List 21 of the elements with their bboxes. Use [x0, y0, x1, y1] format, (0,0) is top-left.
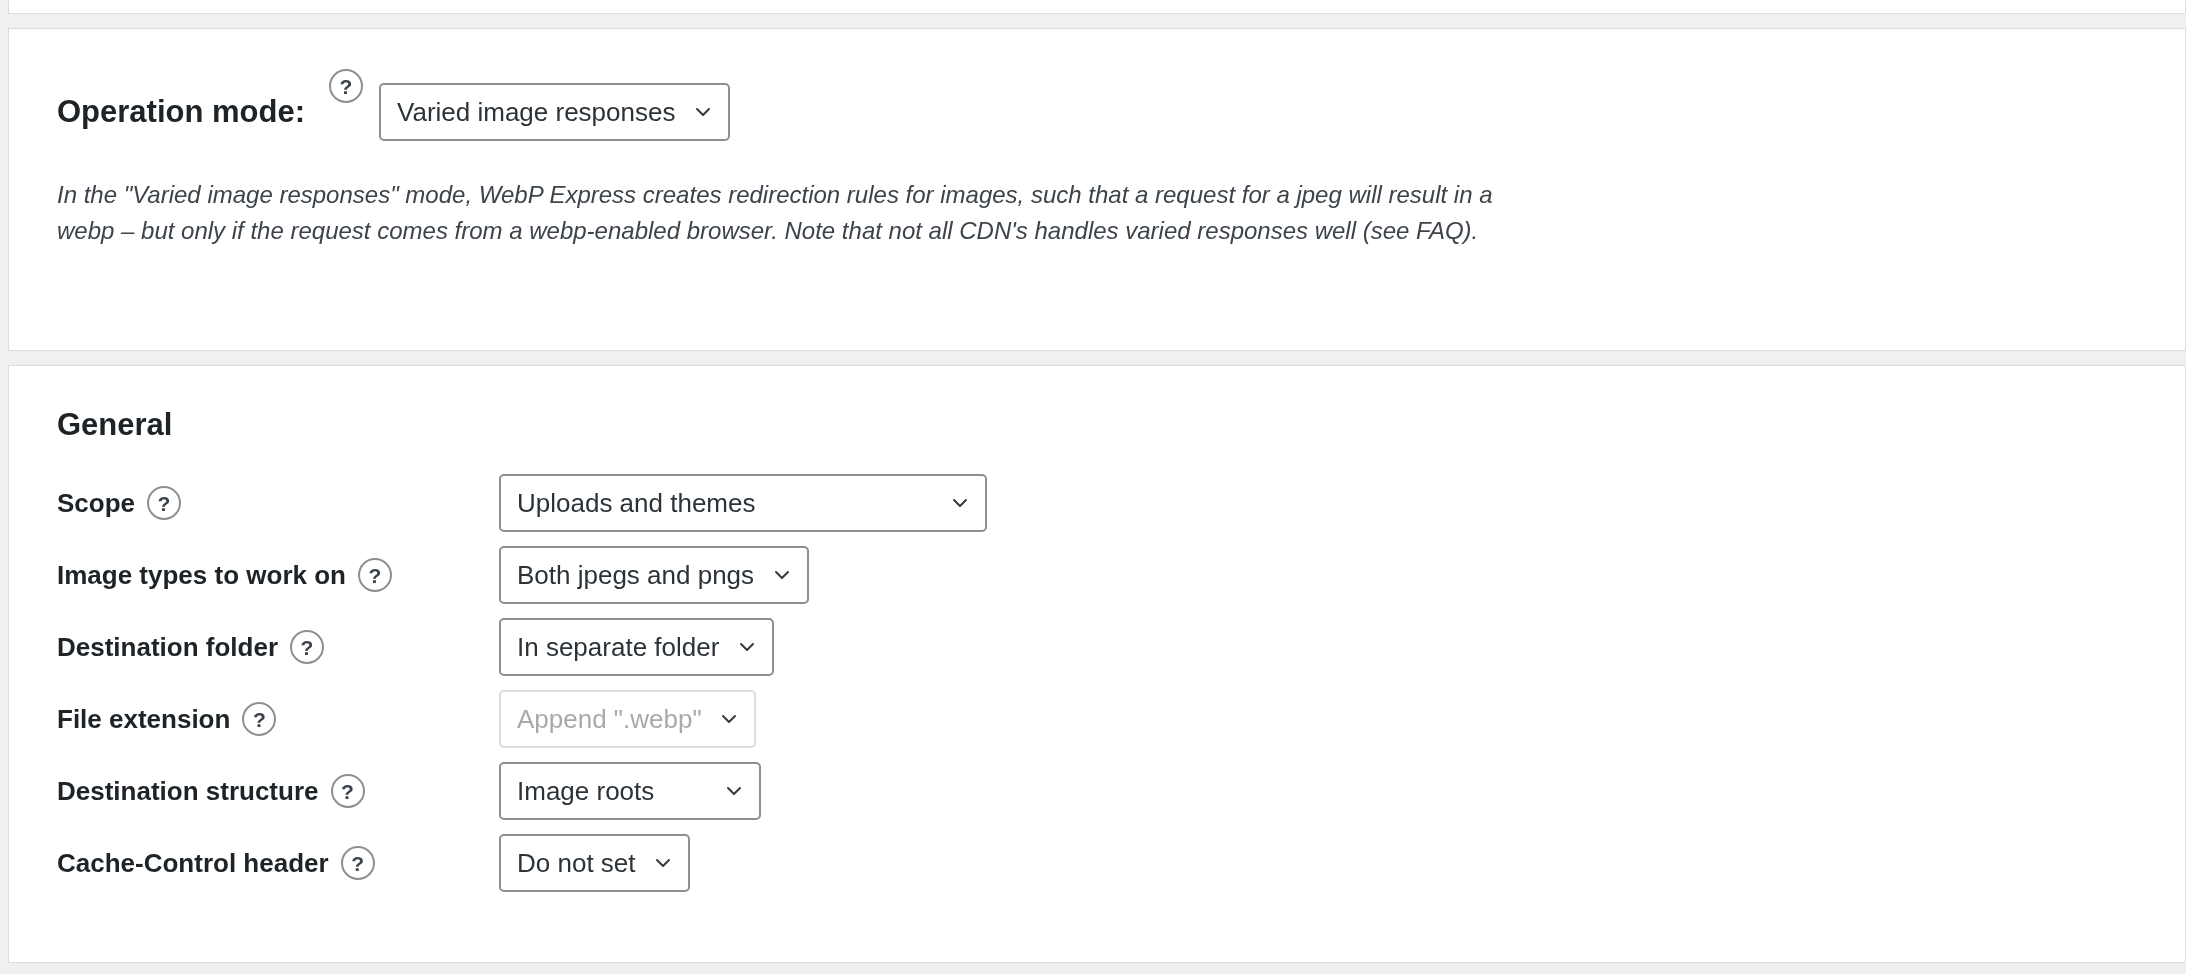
setting-select[interactable]: Both jpegs and pngs [499, 546, 809, 605]
setting-label: File extension [57, 702, 231, 736]
setting-label: Scope [57, 486, 136, 520]
setting-label: Destination structure [57, 774, 319, 808]
help-icon[interactable]: ? [147, 486, 182, 521]
setting-label: Destination folder [57, 630, 278, 664]
setting-label: Cache-Control header [57, 846, 329, 880]
description-text: In the "Varied image responses" mode, WebP Express creates redirection rules for images, such that a request for a jpeg will result in a webp – but only if the request comes from a webp-enabled browser. Note that not all CDN's handles varied responses well (see FAQ). [57, 180, 1494, 246]
help-icon[interactable]: ? [290, 630, 324, 665]
help-icon[interactable]: ? [329, 69, 363, 103]
help-icon[interactable]: ? [357, 558, 392, 593]
help-icon[interactable]: ? [340, 846, 375, 881]
section-heading: Operation mode: [57, 93, 305, 131]
section-heading: General [57, 406, 174, 444]
setting-label: Image types to work on [57, 558, 346, 592]
help-icon[interactable]: ? [330, 774, 365, 809]
setting-select[interactable]: Uploads and themes [499, 474, 987, 533]
operation-mode-select[interactable]: Varied image responses [379, 83, 730, 141]
setting-select[interactable]: In separate folder [499, 618, 774, 677]
setting-select[interactable]: Image roots [499, 762, 761, 821]
setting-select[interactable]: Do not set [499, 834, 690, 893]
